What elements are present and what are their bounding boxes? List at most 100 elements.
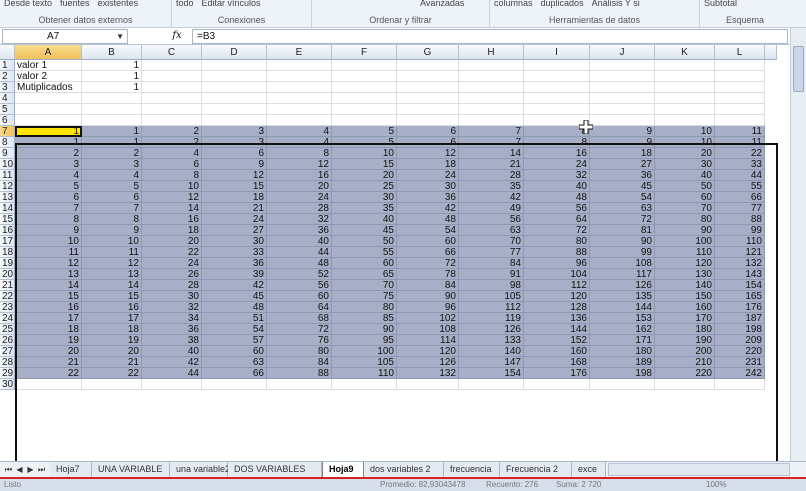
cell-l30[interactable]	[715, 379, 765, 390]
sheet-tab-3[interactable]: una variable2	[170, 462, 230, 477]
cell-l23[interactable]: 176	[715, 302, 765, 313]
row-header-7[interactable]: 7	[0, 126, 15, 137]
cell-e13[interactable]: 24	[267, 192, 332, 203]
cell-c17[interactable]: 20	[142, 236, 202, 247]
cell-h12[interactable]: 35	[459, 181, 524, 192]
cell-h25[interactable]: 126	[459, 324, 524, 335]
cell-i8[interactable]: 8	[524, 137, 590, 148]
column-header-c[interactable]: C	[142, 45, 202, 60]
cell-b2[interactable]: 1	[82, 71, 142, 82]
cell-e21[interactable]: 56	[267, 280, 332, 291]
cell-l14[interactable]: 77	[715, 203, 765, 214]
cell-j12[interactable]: 45	[590, 181, 655, 192]
cell-i28[interactable]: 168	[524, 357, 590, 368]
cell-j29[interactable]: 198	[590, 368, 655, 379]
cell-f24[interactable]: 85	[332, 313, 397, 324]
column-header-e[interactable]: E	[267, 45, 332, 60]
cell-b25[interactable]: 18	[82, 324, 142, 335]
cell-h23[interactable]: 112	[459, 302, 524, 313]
cell-b29[interactable]: 22	[82, 368, 142, 379]
row-header-19[interactable]: 19	[0, 258, 15, 269]
row-header-1[interactable]: 1	[0, 60, 15, 71]
cell-a14[interactable]: 7	[15, 203, 82, 214]
cell-i17[interactable]: 80	[524, 236, 590, 247]
row-header-9[interactable]: 9	[0, 148, 15, 159]
cell-k26[interactable]: 190	[655, 335, 715, 346]
cell-d17[interactable]: 30	[202, 236, 267, 247]
cell-j1[interactable]	[590, 60, 655, 71]
cell-f15[interactable]: 40	[332, 214, 397, 225]
cell-g17[interactable]: 60	[397, 236, 459, 247]
sheet-nav-button-4[interactable]: ⏭	[36, 463, 47, 476]
cell-j17[interactable]: 90	[590, 236, 655, 247]
cell-k20[interactable]: 130	[655, 269, 715, 280]
cell-b19[interactable]: 12	[82, 258, 142, 269]
cell-g5[interactable]	[397, 104, 459, 115]
cell-a13[interactable]: 6	[15, 192, 82, 203]
cell-j6[interactable]	[590, 115, 655, 126]
cell-e8[interactable]: 4	[267, 137, 332, 148]
cell-j21[interactable]: 126	[590, 280, 655, 291]
cell-k25[interactable]: 180	[655, 324, 715, 335]
cell-i20[interactable]: 104	[524, 269, 590, 280]
ribbon-remove-duplicates-button[interactable]: duplicados	[541, 0, 584, 8]
cell-c8[interactable]: 2	[142, 137, 202, 148]
row-header-6[interactable]: 6	[0, 115, 15, 126]
cell-l28[interactable]: 231	[715, 357, 765, 368]
cell-i18[interactable]: 88	[524, 247, 590, 258]
cell-b18[interactable]: 11	[82, 247, 142, 258]
cell-g28[interactable]: 126	[397, 357, 459, 368]
cell-e1[interactable]	[267, 60, 332, 71]
cell-b21[interactable]: 14	[82, 280, 142, 291]
cell-k10[interactable]: 30	[655, 159, 715, 170]
cell-g18[interactable]: 66	[397, 247, 459, 258]
cell-i1[interactable]	[524, 60, 590, 71]
column-header-k[interactable]: K	[655, 45, 715, 60]
cell-h26[interactable]: 133	[459, 335, 524, 346]
cell-i22[interactable]: 120	[524, 291, 590, 302]
cell-f1[interactable]	[332, 60, 397, 71]
cell-c12[interactable]: 10	[142, 181, 202, 192]
cell-j5[interactable]	[590, 104, 655, 115]
cell-a8[interactable]: 1	[15, 137, 82, 148]
column-header-i[interactable]: I	[524, 45, 590, 60]
cell-i4[interactable]	[524, 93, 590, 104]
cell-l1[interactable]	[715, 60, 765, 71]
cell-c24[interactable]: 34	[142, 313, 202, 324]
cell-k30[interactable]	[655, 379, 715, 390]
cell-f11[interactable]: 20	[332, 170, 397, 181]
cell-g20[interactable]: 78	[397, 269, 459, 280]
column-header-d[interactable]: D	[202, 45, 267, 60]
cell-i30[interactable]	[524, 379, 590, 390]
cell-k3[interactable]	[655, 82, 715, 93]
cell-d24[interactable]: 51	[202, 313, 267, 324]
sheet-tab-2[interactable]: UNA VARIABLE	[92, 462, 170, 477]
cell-g10[interactable]: 18	[397, 159, 459, 170]
cell-j3[interactable]	[590, 82, 655, 93]
sheet-tab-6[interactable]: dos variables 2	[364, 462, 444, 477]
cell-f9[interactable]: 10	[332, 148, 397, 159]
cell-f28[interactable]: 105	[332, 357, 397, 368]
cell-e2[interactable]	[267, 71, 332, 82]
cell-d2[interactable]	[202, 71, 267, 82]
cell-c4[interactable]	[142, 93, 202, 104]
cell-k13[interactable]: 60	[655, 192, 715, 203]
cell-b3[interactable]: 1	[82, 82, 142, 93]
cell-d16[interactable]: 27	[202, 225, 267, 236]
row-header-28[interactable]: 28	[0, 357, 15, 368]
row-header-29[interactable]: 29	[0, 368, 15, 379]
cell-c5[interactable]	[142, 104, 202, 115]
cell-k28[interactable]: 210	[655, 357, 715, 368]
cell-b28[interactable]: 21	[82, 357, 142, 368]
formula-input[interactable]: =B3	[192, 29, 788, 44]
cell-b22[interactable]: 15	[82, 291, 142, 302]
cell-e23[interactable]: 64	[267, 302, 332, 313]
cell-k16[interactable]: 90	[655, 225, 715, 236]
cell-f30[interactable]	[332, 379, 397, 390]
cell-c14[interactable]: 14	[142, 203, 202, 214]
cell-k9[interactable]: 20	[655, 148, 715, 159]
row-header-11[interactable]: 11	[0, 170, 15, 181]
cell-g8[interactable]: 6	[397, 137, 459, 148]
select-all-corner[interactable]	[0, 45, 15, 60]
cell-f20[interactable]: 65	[332, 269, 397, 280]
